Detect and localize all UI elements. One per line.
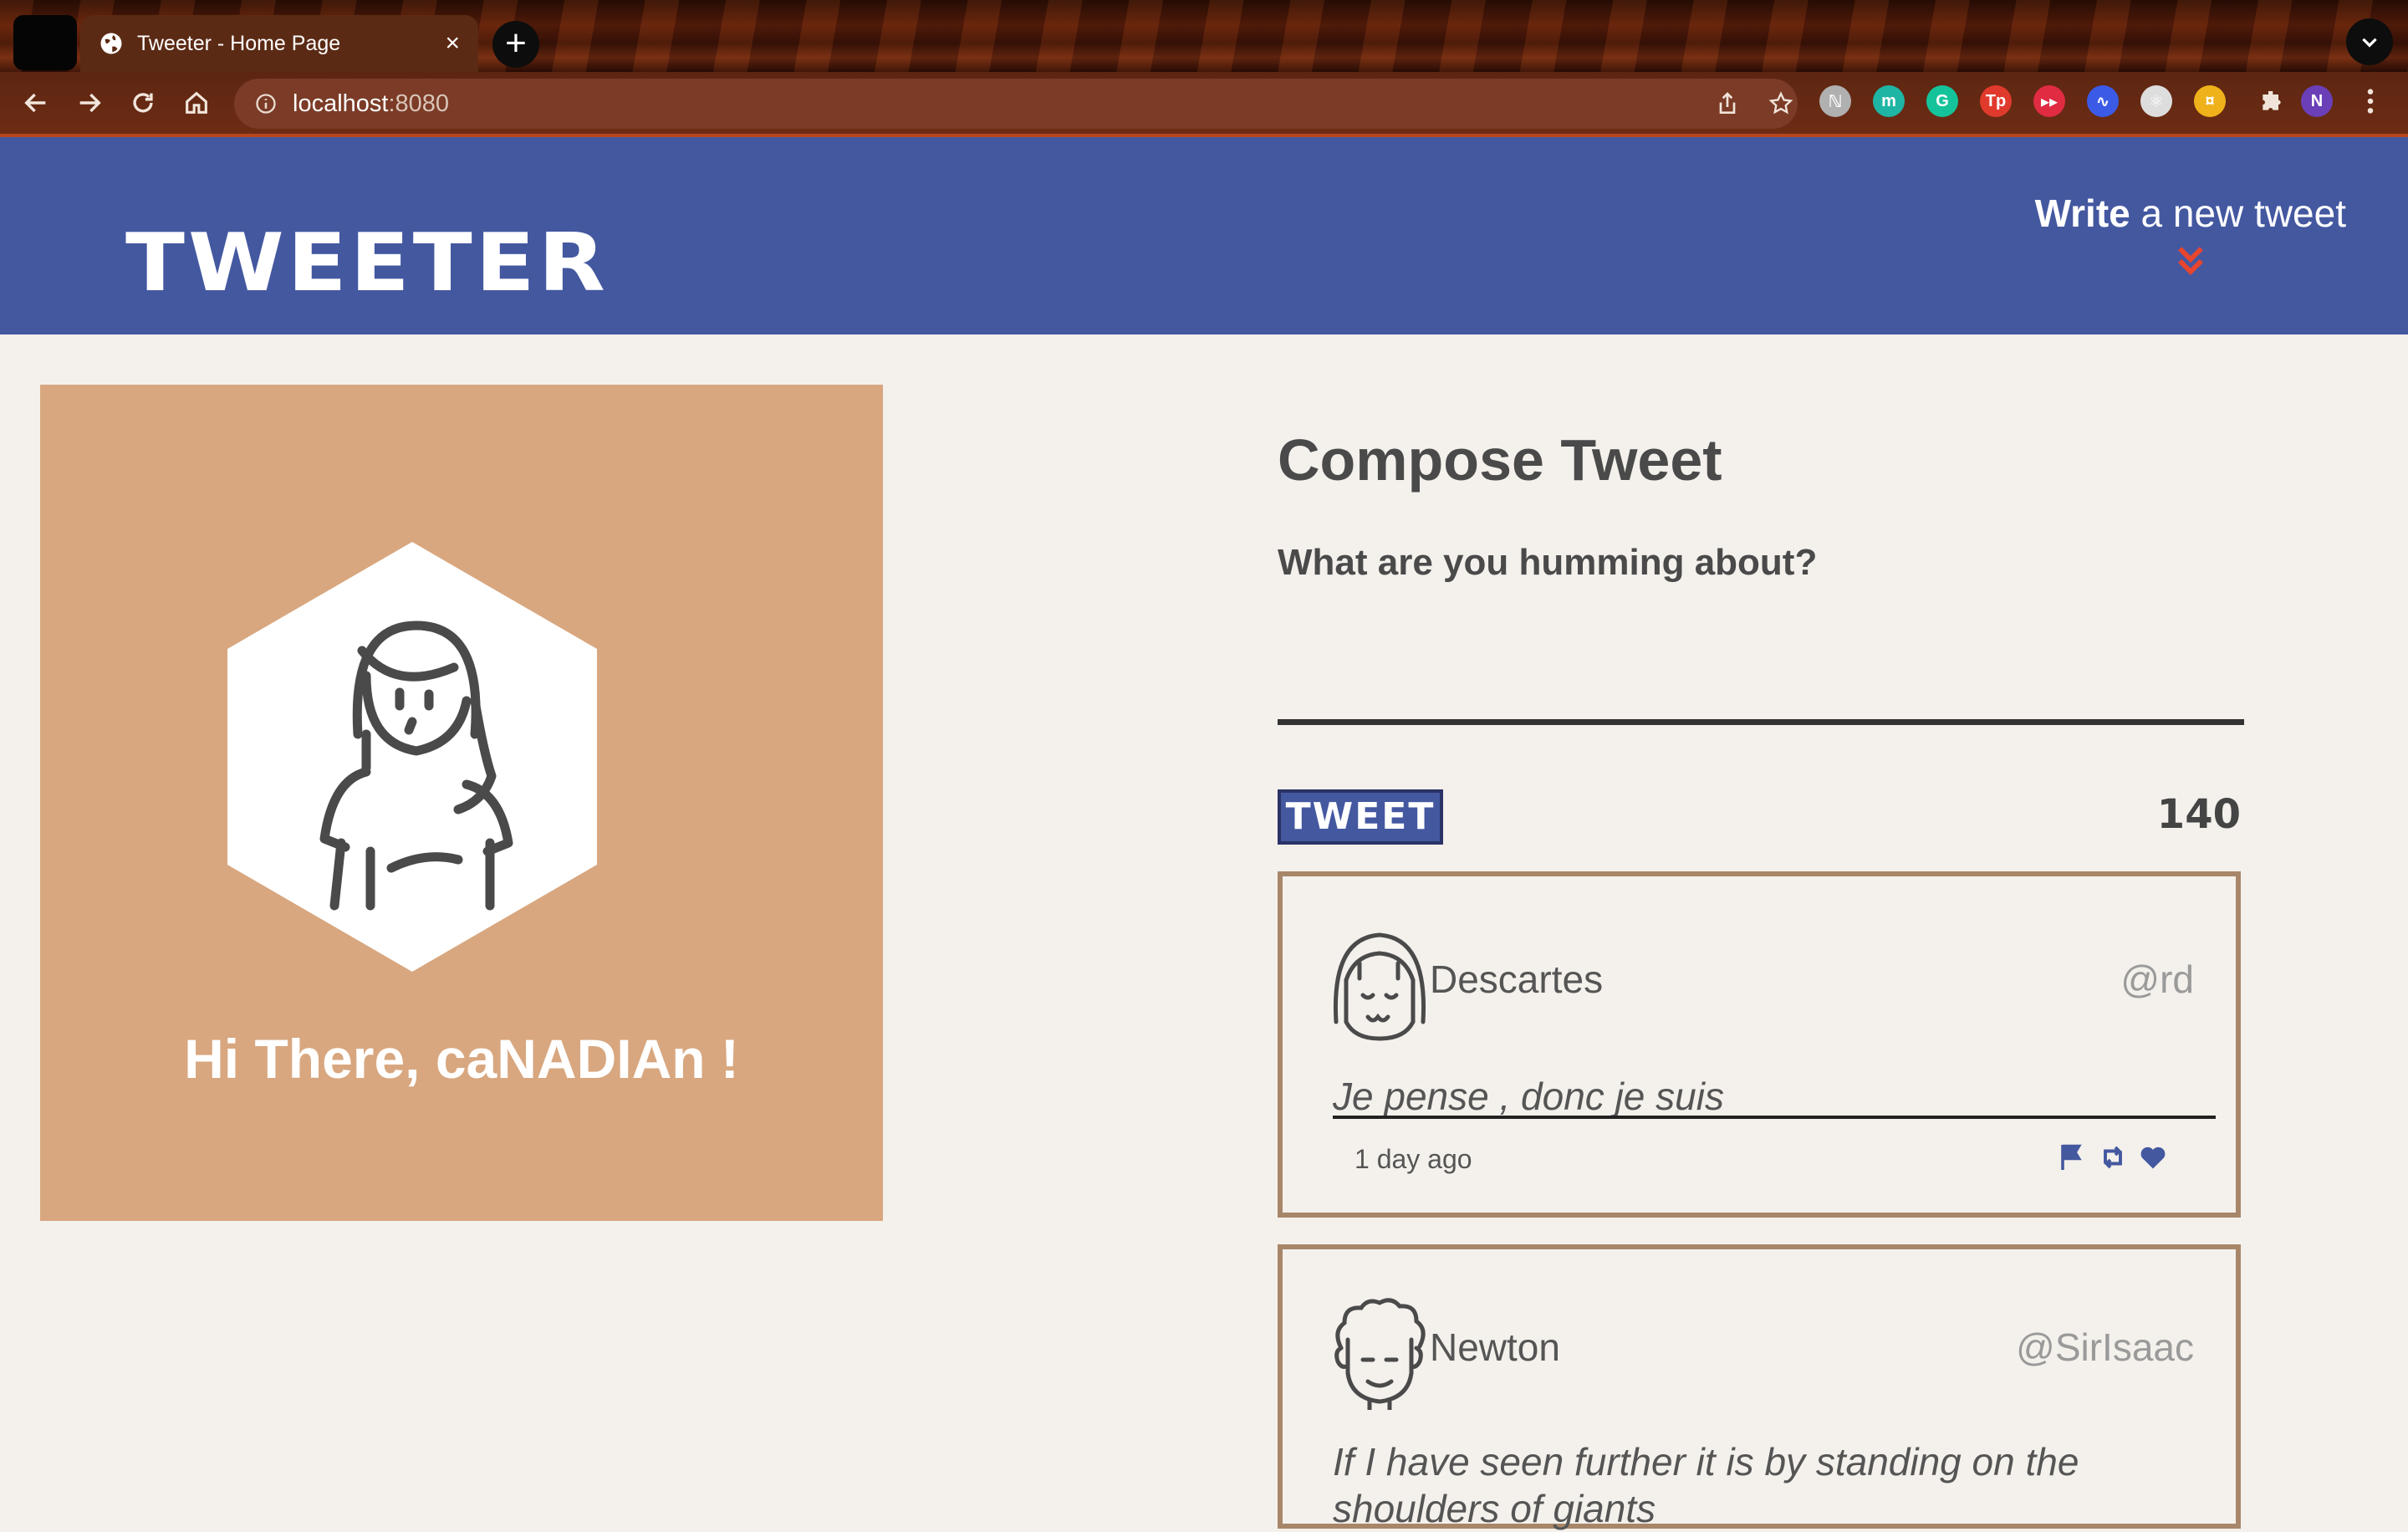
tab-close-button[interactable]: × — [445, 31, 460, 56]
reload-button[interactable] — [125, 85, 161, 120]
chevron-down-icon — [2362, 38, 2377, 48]
notion-ext-icon[interactable]: ℕ — [1819, 85, 1851, 117]
react-ext-icon[interactable]: ⚛ — [2140, 85, 2172, 117]
tp-ext-icon[interactable]: Tp — [1980, 85, 2012, 117]
window-corner — [13, 15, 77, 70]
browser-tab-active[interactable]: Tweeter - Home Page × — [80, 15, 478, 72]
write-new-tweet-link[interactable]: Write a new tweet — [2035, 191, 2346, 281]
home-button[interactable] — [179, 85, 214, 120]
profile-avatar[interactable]: N — [2301, 85, 2333, 117]
tweet-card: Newton @SirIsaac If I have seen further … — [1278, 1244, 2241, 1530]
info-icon — [256, 94, 276, 114]
globe-icon — [100, 33, 122, 54]
browser-menu-button[interactable] — [2354, 85, 2386, 117]
compose-section: Compose Tweet What are you humming about… — [1278, 426, 2244, 845]
tweet-author-handle: @rd — [2120, 958, 2194, 1001]
site-header: TWEETER Write a new tweet — [0, 137, 2408, 334]
write-link-bold: Write — [2034, 192, 2130, 235]
address-bar[interactable]: localhost:8080 — [234, 79, 1798, 129]
tweet-avatar-newton — [1334, 1298, 1426, 1410]
site-logo: TWEETER — [125, 215, 609, 310]
tweet-card: Descartes @rd Je pense , donc je suis 1 … — [1278, 871, 2241, 1218]
grammarly-ext-icon[interactable]: G — [1926, 85, 1958, 117]
tweet-textarea[interactable] — [1278, 636, 2244, 725]
tweet-author-handle: @SirIsaac — [2016, 1325, 2194, 1369]
url-port: :8080 — [388, 89, 450, 117]
kebab-menu-icon — [2367, 89, 2374, 114]
arrow-right-icon — [79, 93, 101, 113]
back-button[interactable] — [18, 85, 54, 120]
tweet-text: Je pense , donc je suis — [1333, 1075, 1724, 1118]
tab-search-button[interactable] — [2346, 18, 2393, 65]
reload-icon — [133, 93, 153, 113]
profile-card: Hi There, caNADIAn ! — [40, 385, 883, 1221]
tweet-author-name: Newton — [1430, 1325, 1560, 1369]
tweet-text: If I have seen further it is by standing… — [1333, 1440, 2079, 1530]
coin-ext-icon[interactable]: ¤ — [2194, 85, 2226, 117]
tweet-submit-button[interactable]: TWEET — [1278, 789, 1443, 845]
flag-icon[interactable] — [2057, 1142, 2089, 1172]
write-link-rest: a new tweet — [2130, 192, 2347, 235]
extensions-puzzle-icon[interactable] — [2256, 85, 2288, 117]
tweet-actions — [2057, 1142, 2169, 1172]
tweet-avatar-descartes — [1333, 932, 1426, 1041]
retweet-icon[interactable] — [2097, 1142, 2129, 1172]
share-icon[interactable] — [1714, 90, 1741, 117]
new-tab-button[interactable]: + — [492, 21, 539, 68]
profile-greeting: Hi There, caNADIAn ! — [184, 1028, 739, 1090]
browser-toolbar: localhost:8080 ℕm G Tp ▸▸ ∿ ⚛ ¤ N — [0, 72, 2408, 137]
forward-button[interactable] — [72, 85, 107, 120]
bookmark-star-icon[interactable] — [1768, 90, 1794, 117]
heart-icon[interactable] — [2137, 1142, 2169, 1172]
character-counter: 140 — [2156, 791, 2241, 838]
m-ext-icon[interactable]: m — [1873, 85, 1905, 117]
wave-ext-icon[interactable]: ∿ — [2087, 85, 2119, 117]
profile-avatar-image — [227, 542, 597, 972]
arrow-left-icon — [24, 93, 46, 113]
compose-prompt: What are you humming about? — [1278, 542, 1818, 583]
tweet-author-name: Descartes — [1430, 958, 1604, 1001]
compose-title: Compose Tweet — [1278, 427, 1722, 493]
double-chevron-down-icon[interactable] — [2172, 241, 2209, 281]
tweet-timestamp: 1 day ago — [1354, 1144, 1472, 1174]
video-ext-icon[interactable]: ▸▸ — [2033, 85, 2065, 117]
tweet-divider — [1333, 1116, 2216, 1119]
tab-title: Tweeter - Home Page — [137, 31, 341, 55]
home-icon — [186, 91, 207, 114]
url-host: localhost — [293, 89, 389, 117]
